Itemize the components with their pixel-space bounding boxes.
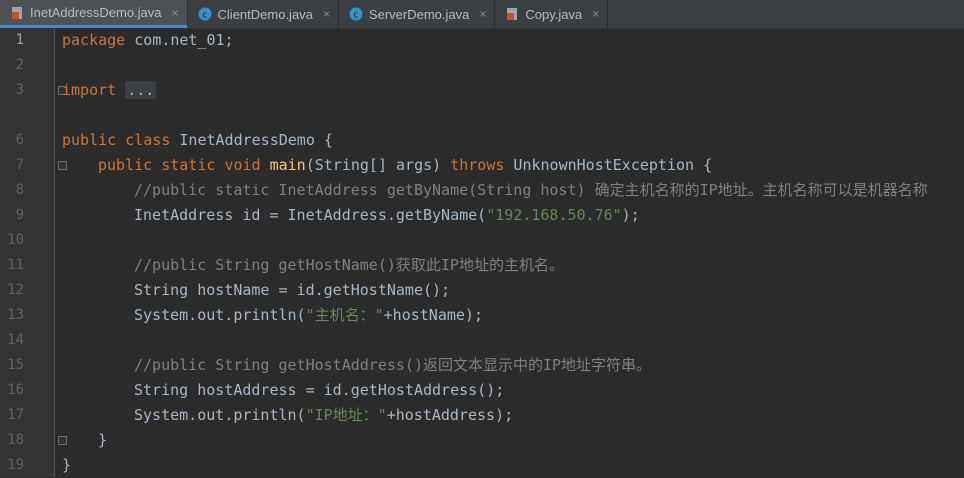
java-file-icon bbox=[10, 6, 24, 20]
line-number: 7 bbox=[15, 157, 24, 173]
line-number: 8 bbox=[15, 182, 24, 198]
code-line: import ... bbox=[62, 78, 157, 103]
code-line: public class InetAddressDemo { bbox=[62, 128, 333, 153]
tab-label: InetAddressDemo.java bbox=[30, 5, 162, 20]
keyword: public bbox=[62, 131, 117, 149]
keyword: throws bbox=[450, 156, 505, 174]
java-file-icon bbox=[505, 7, 519, 21]
string-literal: "主机名：" bbox=[305, 306, 384, 324]
tab-serverdemo[interactable]: c ServerDemo.java × bbox=[339, 0, 496, 28]
code-text: (String[] args) bbox=[305, 156, 451, 174]
code-text: +hostName); bbox=[383, 306, 483, 324]
code-text: +hostAddress); bbox=[386, 406, 514, 424]
line-number: 15 bbox=[7, 357, 24, 373]
line-number: 12 bbox=[7, 282, 24, 298]
tab-label: ClientDemo.java bbox=[217, 6, 313, 22]
keyword: static bbox=[161, 156, 216, 174]
keyword: package bbox=[62, 31, 126, 49]
code-text: UnknownHostException { bbox=[504, 156, 713, 174]
code-line: System.out.println("主机名："+hostName); bbox=[134, 303, 483, 328]
code-text: InetAddressDemo { bbox=[170, 131, 333, 149]
comment-line: //public String getHostAddress()返回文本显示中的… bbox=[134, 356, 652, 374]
close-icon[interactable]: × bbox=[479, 7, 486, 21]
line-number: 16 bbox=[7, 382, 24, 398]
tab-clientdemo[interactable]: c ClientDemo.java × bbox=[188, 0, 339, 28]
keyword: void bbox=[224, 156, 261, 174]
keyword: public bbox=[98, 156, 153, 174]
line-number: 2 bbox=[15, 57, 24, 73]
line-number: 18 bbox=[7, 432, 24, 448]
close-icon[interactable]: × bbox=[592, 7, 599, 21]
code-editor[interactable]: 1 2 3 6 7 8 9 10 11 12 13 14 15 16 17 18… bbox=[0, 28, 964, 477]
code-text: System.out.println( bbox=[134, 406, 306, 424]
line-number: 6 bbox=[15, 132, 24, 148]
code-line: public static void main(String[] args) t… bbox=[98, 153, 712, 178]
tab-label: Copy.java bbox=[525, 6, 583, 22]
line-number: 17 bbox=[7, 407, 24, 423]
code-text: ); bbox=[621, 206, 640, 224]
code-line: } bbox=[98, 431, 108, 449]
code-text: com.net_01; bbox=[125, 31, 234, 49]
string-literal: "192.168.50.76" bbox=[486, 206, 622, 224]
tab-label: ServerDemo.java bbox=[368, 6, 470, 22]
class-c-icon: c bbox=[349, 7, 363, 21]
line-number: 3 bbox=[15, 82, 24, 98]
keyword: class bbox=[125, 131, 171, 149]
code-line: String hostName = id.getHostName(); bbox=[134, 281, 451, 299]
svg-text:c: c bbox=[202, 11, 207, 21]
code-text: System.out.println( bbox=[134, 306, 306, 324]
close-icon[interactable]: × bbox=[172, 6, 179, 20]
code-line: package com.net_01; bbox=[62, 28, 234, 53]
code-line: InetAddress id = InetAddress.getByName("… bbox=[134, 203, 640, 228]
line-number-gutter: 1 2 3 6 7 8 9 10 11 12 13 14 15 16 17 18… bbox=[0, 28, 67, 477]
close-icon[interactable]: × bbox=[323, 7, 330, 21]
method-name: main bbox=[269, 156, 306, 174]
line-number: 10 bbox=[7, 232, 24, 248]
class-c-icon: c bbox=[198, 7, 212, 21]
editor-tab-bar: InetAddressDemo.java × c ClientDemo.java… bbox=[0, 0, 964, 29]
tab-copy[interactable]: Copy.java × bbox=[495, 0, 609, 28]
code-line: } bbox=[62, 456, 72, 474]
code-area[interactable]: package com.net_01; import ... public cl… bbox=[62, 28, 964, 477]
keyword: import bbox=[62, 81, 117, 99]
line-number: 9 bbox=[15, 207, 24, 223]
code-text: InetAddress id = InetAddress.getByName( bbox=[134, 206, 487, 224]
svg-text:c: c bbox=[353, 11, 358, 21]
comment-line: //public String getHostName()获取此IP地址的主机名… bbox=[134, 256, 564, 274]
code-line: String hostAddress = id.getHostAddress()… bbox=[134, 381, 505, 399]
string-literal: "IP地址：" bbox=[305, 406, 387, 424]
line-number: 14 bbox=[7, 332, 24, 348]
folded-imports[interactable]: ... bbox=[125, 81, 157, 99]
tab-inetaddressdemo[interactable]: InetAddressDemo.java × bbox=[0, 0, 188, 28]
line-number: 11 bbox=[7, 257, 24, 273]
code-line: System.out.println("IP地址："+hostAddress); bbox=[134, 403, 513, 428]
line-number: 19 bbox=[7, 457, 24, 473]
line-number: 1 bbox=[15, 32, 24, 48]
comment-line: //public static InetAddress getByName(St… bbox=[134, 181, 928, 199]
line-number: 13 bbox=[7, 307, 24, 323]
